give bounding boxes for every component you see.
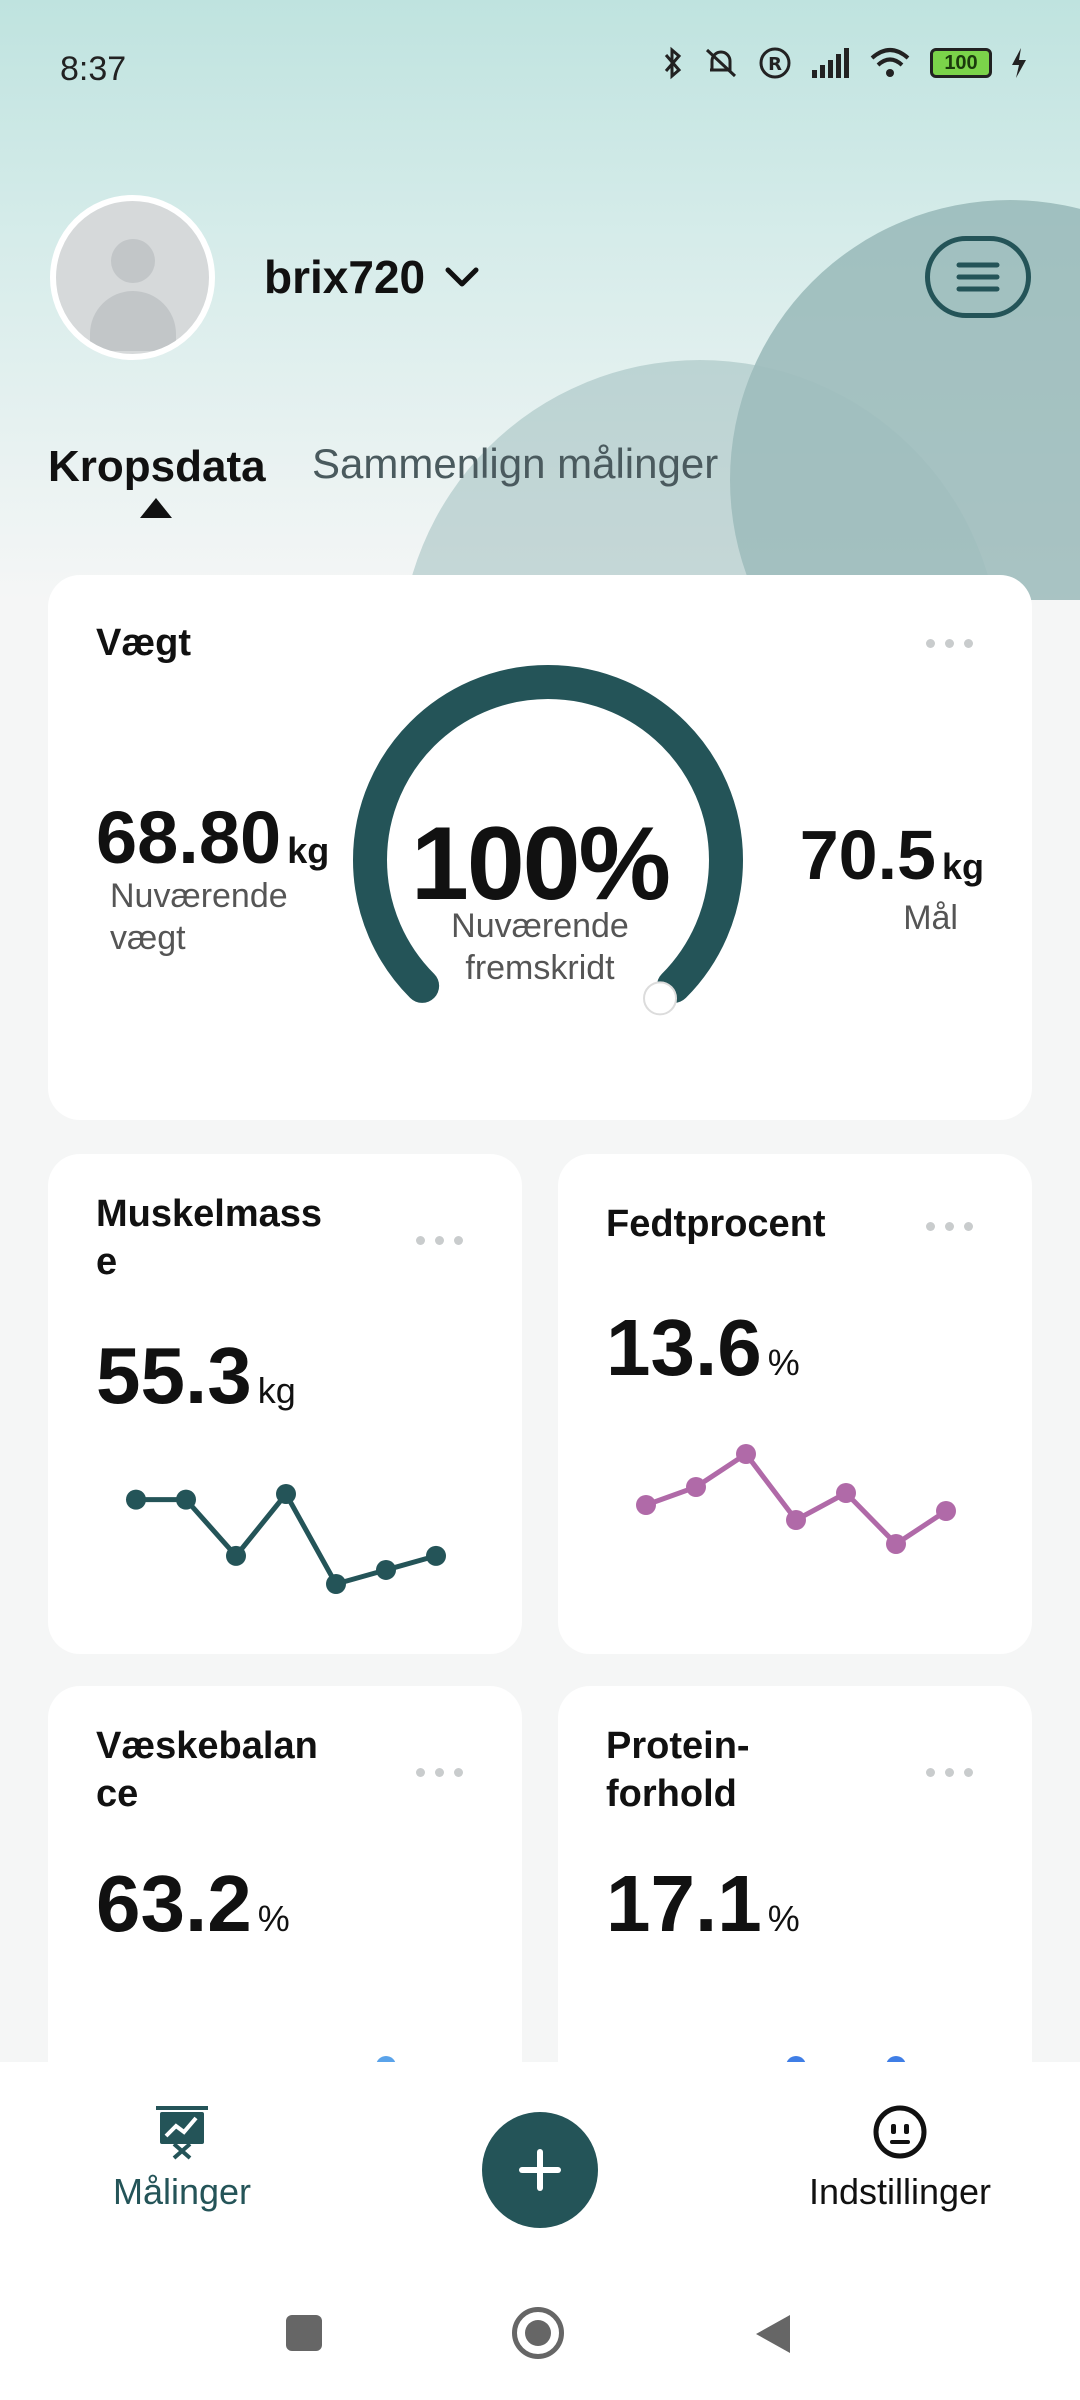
home-button[interactable] bbox=[512, 2307, 564, 2359]
username: brix720 bbox=[264, 251, 426, 303]
nav-settings[interactable]: Indstillinger bbox=[790, 2102, 1010, 2213]
metric-unit: % bbox=[767, 1342, 800, 1383]
trend-point bbox=[786, 1510, 806, 1530]
plus-icon bbox=[519, 2149, 561, 2191]
progress-label-line2: fremskridt bbox=[465, 949, 615, 987]
status-icons: R 100 bbox=[662, 46, 1028, 80]
trend-point bbox=[226, 1545, 246, 1566]
status-bar: 8:37 R 100 bbox=[0, 0, 1080, 140]
avatar[interactable] bbox=[50, 195, 215, 360]
trend-point bbox=[736, 1444, 756, 1464]
registered-icon: R bbox=[759, 47, 791, 79]
tab-compare[interactable]: Sammenlign målinger bbox=[312, 440, 718, 488]
mute-icon bbox=[705, 48, 737, 78]
bluetooth-icon bbox=[664, 46, 682, 80]
metric-title: Muskelmass e bbox=[96, 1190, 322, 1286]
trend-point bbox=[836, 1483, 856, 1503]
metric-title: Væskebalan ce bbox=[96, 1722, 318, 1818]
chart-presentation-icon bbox=[156, 2106, 208, 2160]
trend-point bbox=[686, 1477, 706, 1497]
trend-sparkline bbox=[126, 1484, 446, 1594]
goal-label: Mål bbox=[903, 899, 958, 937]
metric-title: Fedtprocent bbox=[606, 1200, 826, 1248]
metric-value-number: 13.6 bbox=[606, 1303, 762, 1392]
menu-icon bbox=[956, 262, 1000, 292]
menu-button[interactable] bbox=[925, 236, 1031, 318]
avatar-head bbox=[111, 239, 155, 283]
metric-title-line1: Muskelmass bbox=[96, 1193, 323, 1235]
weight-card[interactable]: Vægt 68.80 kg Nuværende vægt 100% Nuværen… bbox=[48, 575, 1032, 1120]
trend-point bbox=[326, 1574, 346, 1594]
metric-value: 17.1% bbox=[606, 1858, 800, 1950]
smiley-face-icon bbox=[873, 2105, 927, 2159]
trend-point bbox=[126, 1489, 146, 1510]
weight-title: Vægt bbox=[96, 622, 191, 664]
trend-point bbox=[636, 1495, 656, 1515]
progress-label: Nuværende fremskridt bbox=[48, 905, 1032, 989]
more-options-icon[interactable] bbox=[926, 1768, 973, 1777]
metric-title-line1: Væskebalan bbox=[96, 1725, 318, 1767]
trend-sparkline bbox=[636, 1444, 956, 1554]
more-options-icon[interactable] bbox=[416, 1236, 463, 1245]
trend-point bbox=[276, 1484, 296, 1504]
system-nav-bar bbox=[0, 2295, 1080, 2375]
trend-point bbox=[426, 1545, 446, 1566]
trend-line bbox=[645, 1451, 948, 1547]
metric-card[interactable]: Fedtprocent 13.6% bbox=[558, 1154, 1032, 1654]
more-options-icon[interactable] bbox=[416, 1768, 463, 1777]
active-tab-indicator bbox=[140, 498, 172, 518]
charging-icon bbox=[1012, 48, 1026, 78]
goal-weight: 70.5 kg bbox=[800, 815, 984, 895]
metric-value: 63.2% bbox=[96, 1858, 290, 1950]
trend-point bbox=[176, 1489, 196, 1510]
goal-weight-unit: kg bbox=[941, 846, 984, 887]
metric-value: 13.6% bbox=[606, 1302, 800, 1394]
wifi-icon bbox=[870, 48, 910, 77]
metric-title-line2: e bbox=[96, 1241, 118, 1283]
metric-value-number: 63.2 bbox=[96, 1859, 252, 1948]
nav-measurements-label: Målinger bbox=[112, 2171, 252, 2212]
tab-kropsdata[interactable]: Kropsdata bbox=[48, 442, 266, 492]
progress-label-line1: Nuværende bbox=[451, 907, 629, 945]
nav-settings-label: Indstillinger bbox=[808, 2171, 992, 2212]
metric-value-number: 55.3 bbox=[96, 1331, 252, 1420]
svg-text:R: R bbox=[768, 54, 782, 75]
account-switcher[interactable]: brix720 bbox=[264, 250, 479, 304]
metric-title-line2: forhold bbox=[606, 1773, 737, 1815]
metric-value: 55.3 kg bbox=[96, 1330, 296, 1422]
back-button[interactable] bbox=[752, 2311, 794, 2357]
trend-point bbox=[886, 1534, 906, 1554]
status-time: 8:37 bbox=[60, 50, 127, 88]
metric-unit: % bbox=[767, 1898, 800, 1939]
goal-weight-value: 70.5 bbox=[799, 816, 936, 894]
metric-title-line2: ce bbox=[96, 1773, 139, 1815]
more-options-icon[interactable] bbox=[926, 1222, 973, 1231]
metric-unit: kg bbox=[257, 1370, 296, 1411]
metric-title-line1: Fedtprocent bbox=[606, 1203, 826, 1245]
weight-more-icon[interactable] bbox=[926, 639, 973, 648]
signal-icon bbox=[812, 48, 849, 78]
add-measurement-button[interactable] bbox=[482, 2112, 598, 2228]
metric-card[interactable]: Muskelmass e 55.3 kg bbox=[48, 1154, 522, 1654]
battery-icon: 100 bbox=[930, 48, 992, 78]
avatar-body bbox=[90, 291, 176, 351]
metric-title: Protein-forhold bbox=[606, 1722, 750, 1818]
recent-apps-button[interactable] bbox=[286, 2315, 322, 2351]
metric-value-number: 17.1 bbox=[606, 1859, 762, 1948]
trend-point bbox=[936, 1501, 956, 1521]
home-button-dot bbox=[525, 2320, 551, 2346]
trend-point bbox=[376, 1559, 396, 1580]
chevron-down-icon bbox=[445, 267, 479, 287]
nav-measurements[interactable]: Målinger bbox=[92, 2102, 272, 2213]
metric-title-line1: Protein- bbox=[606, 1725, 750, 1767]
metric-unit: % bbox=[257, 1898, 290, 1939]
